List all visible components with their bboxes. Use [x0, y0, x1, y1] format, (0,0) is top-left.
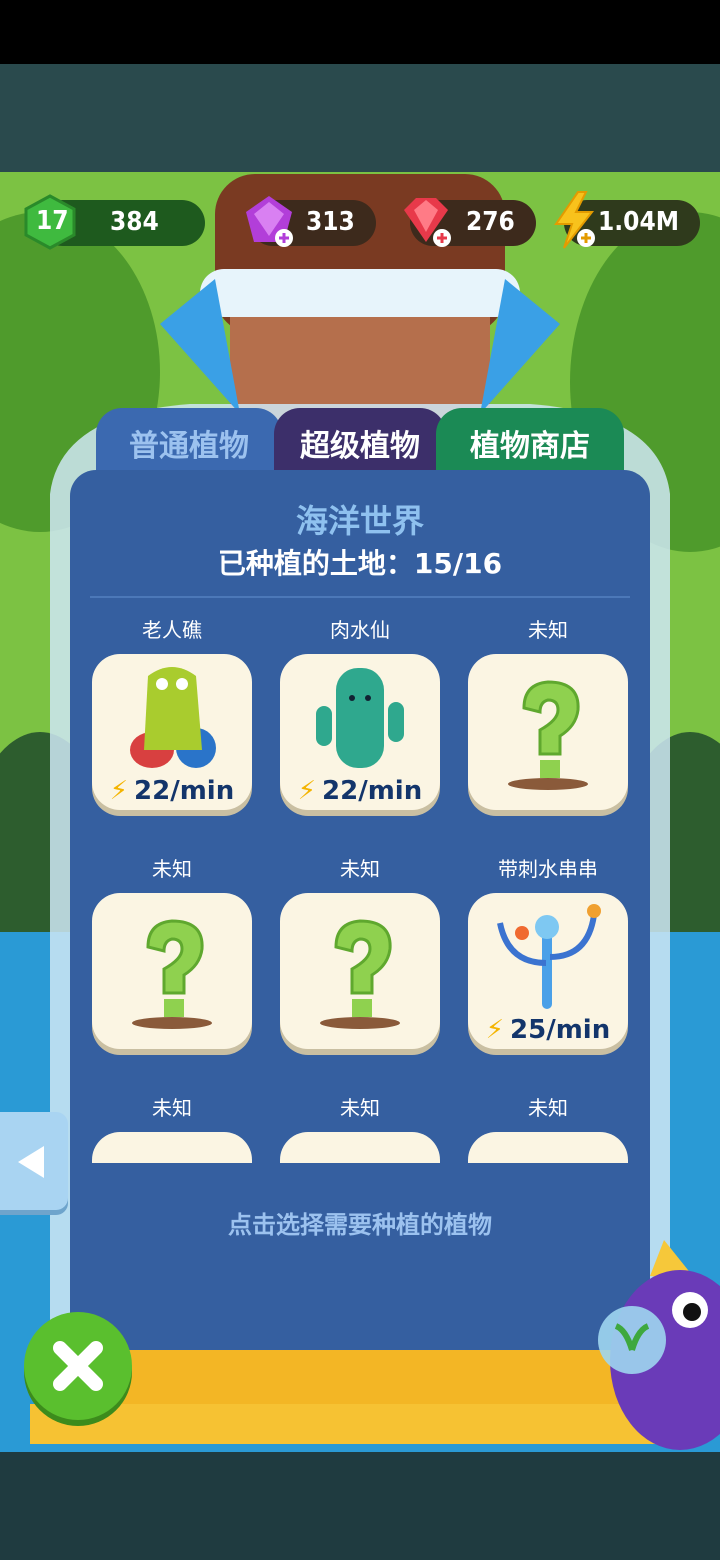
- plant-grid: 老人礁 ⚡ 22/min 肉水仙 ⚡ 22/min 未知 未知 未知 带刺水串串…: [70, 610, 650, 1163]
- plant-card-unknown[interactable]: [468, 1132, 628, 1163]
- plant-name: 老人礁: [142, 618, 202, 642]
- question-mark-icon: [132, 919, 212, 1029]
- land-status: 已种植的土地：15/16: [217, 547, 503, 580]
- purple-gem-count: 313: [306, 207, 355, 237]
- plant-rate-value: 25/min: [510, 1015, 611, 1045]
- plant-card-unknown[interactable]: [92, 1132, 252, 1163]
- plant-rate: ⚡ 25/min: [468, 1015, 628, 1045]
- level-number: 17: [36, 206, 69, 236]
- elder-reef-plant-image: [130, 667, 216, 768]
- plant-card-succulent[interactable]: ⚡ 22/min: [280, 654, 440, 810]
- red-gem-icon[interactable]: [396, 192, 456, 250]
- plant-name: 肉水仙: [330, 618, 390, 642]
- plant-rate-value: 22/min: [322, 776, 423, 806]
- mascot-character: [598, 1240, 720, 1450]
- purple-gem-icon[interactable]: [240, 192, 298, 250]
- plant-card-unknown[interactable]: [280, 1132, 440, 1163]
- plant-name: 带刺水串串: [498, 857, 598, 881]
- lightning-icon: ⚡: [109, 776, 129, 806]
- energy-amount: 1.04M: [598, 207, 679, 237]
- plant-card-unknown[interactable]: [92, 893, 252, 1049]
- plant-card-unknown[interactable]: [468, 654, 628, 810]
- lightning-icon: ⚡: [297, 776, 317, 806]
- lightning-icon[interactable]: [548, 190, 600, 250]
- level-badge: 17: [22, 194, 78, 250]
- arrow-left-icon: [18, 1146, 44, 1178]
- plant-name: 未知: [152, 1096, 192, 1120]
- plant-card-elder-reef[interactable]: ⚡ 22/min: [92, 654, 252, 810]
- question-mark-icon: [320, 919, 400, 1029]
- close-icon: [53, 1341, 103, 1391]
- plant-rate: ⚡ 22/min: [92, 776, 252, 806]
- status-bar: [0, 0, 720, 64]
- question-mark-icon: [508, 680, 588, 790]
- plant-name: 未知: [340, 857, 380, 881]
- plant-rate: ⚡ 22/min: [280, 776, 440, 806]
- red-gem-count: 276: [466, 207, 515, 237]
- select-hint: 点击选择需要种植的植物: [228, 1211, 492, 1239]
- spiny-skewer-plant-image: [497, 904, 601, 1009]
- plant-name: 未知: [528, 1096, 568, 1120]
- navigation-bar: [0, 1452, 720, 1560]
- plant-name: 未知: [152, 857, 192, 881]
- plant-name: 未知: [340, 1096, 380, 1120]
- plant-card-spiny-skewer[interactable]: ⚡ 25/min: [468, 893, 628, 1049]
- panel-title: 海洋世界: [295, 502, 424, 540]
- cactus-plant-image: [316, 668, 404, 768]
- close-button[interactable]: [24, 1312, 132, 1420]
- divider: [90, 596, 630, 598]
- plant-rate-value: 22/min: [134, 776, 235, 806]
- plant-name: 未知: [528, 618, 568, 642]
- leaf-count: 384: [110, 207, 159, 237]
- plant-card-unknown[interactable]: [280, 893, 440, 1049]
- prev-page-button[interactable]: [0, 1112, 68, 1210]
- lightning-icon: ⚡: [485, 1015, 505, 1045]
- plant-panel: 海洋世界 已种植的土地：15/16 老人礁 ⚡ 22/min 肉水仙 ⚡ 22/mi…: [70, 470, 650, 1350]
